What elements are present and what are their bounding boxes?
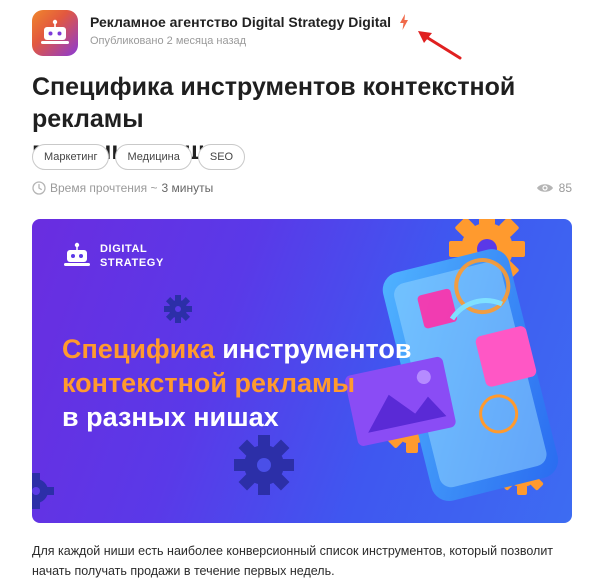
robot-logo-icon xyxy=(64,242,90,266)
banner-headline-line3: в разных нишах xyxy=(62,402,279,432)
banner-brand-line2: STRATEGY xyxy=(100,257,164,269)
read-time-label: Время прочтения ~ xyxy=(50,181,158,195)
clock-icon xyxy=(32,181,46,195)
banner-headline-accent: Специфика xyxy=(62,334,215,364)
eye-icon xyxy=(536,184,553,192)
tag-seo[interactable]: SEO xyxy=(197,144,246,170)
article-excerpt: Для каждой ниши есть наиболее конверсион… xyxy=(32,544,554,578)
avatar-logo-icon xyxy=(41,19,69,44)
banner-headline-line2: контекстной рекламы xyxy=(62,368,356,398)
banner-brand-line1: DIGITAL xyxy=(100,243,148,255)
author-avatar[interactable] xyxy=(32,10,78,56)
publish-date: Опубликовано 2 месяца назад xyxy=(90,35,247,47)
read-time-value: 3 минуты xyxy=(161,181,214,195)
tag-list: Маркетинг Медицина SEO xyxy=(32,144,246,170)
author-name[interactable]: Рекламное агентство Digital Strategy Dig… xyxy=(90,14,391,30)
tag-medicine[interactable]: Медицина xyxy=(115,144,192,170)
annotation-arrow-icon xyxy=(418,31,462,60)
views-counter: 85 xyxy=(536,181,572,195)
article-cover-image[interactable]: DIGITAL STRATEGY Специфика инструментов … xyxy=(32,219,572,523)
tag-marketing[interactable]: Маркетинг xyxy=(32,144,110,170)
banner-brand: DIGITAL STRATEGY xyxy=(62,241,164,271)
banner-brand-text: DIGITAL STRATEGY xyxy=(100,242,164,270)
banner-headline-line1: инструментов xyxy=(214,334,412,364)
read-time: Время прочтения ~ 3 минуты xyxy=(32,181,213,195)
bolt-icon xyxy=(400,14,408,30)
banner-headline: Специфика инструментов контекстной рекла… xyxy=(62,332,411,434)
views-count: 85 xyxy=(558,181,572,195)
title-line-1: Специфика инструментов контекстной рекла… xyxy=(32,73,516,133)
